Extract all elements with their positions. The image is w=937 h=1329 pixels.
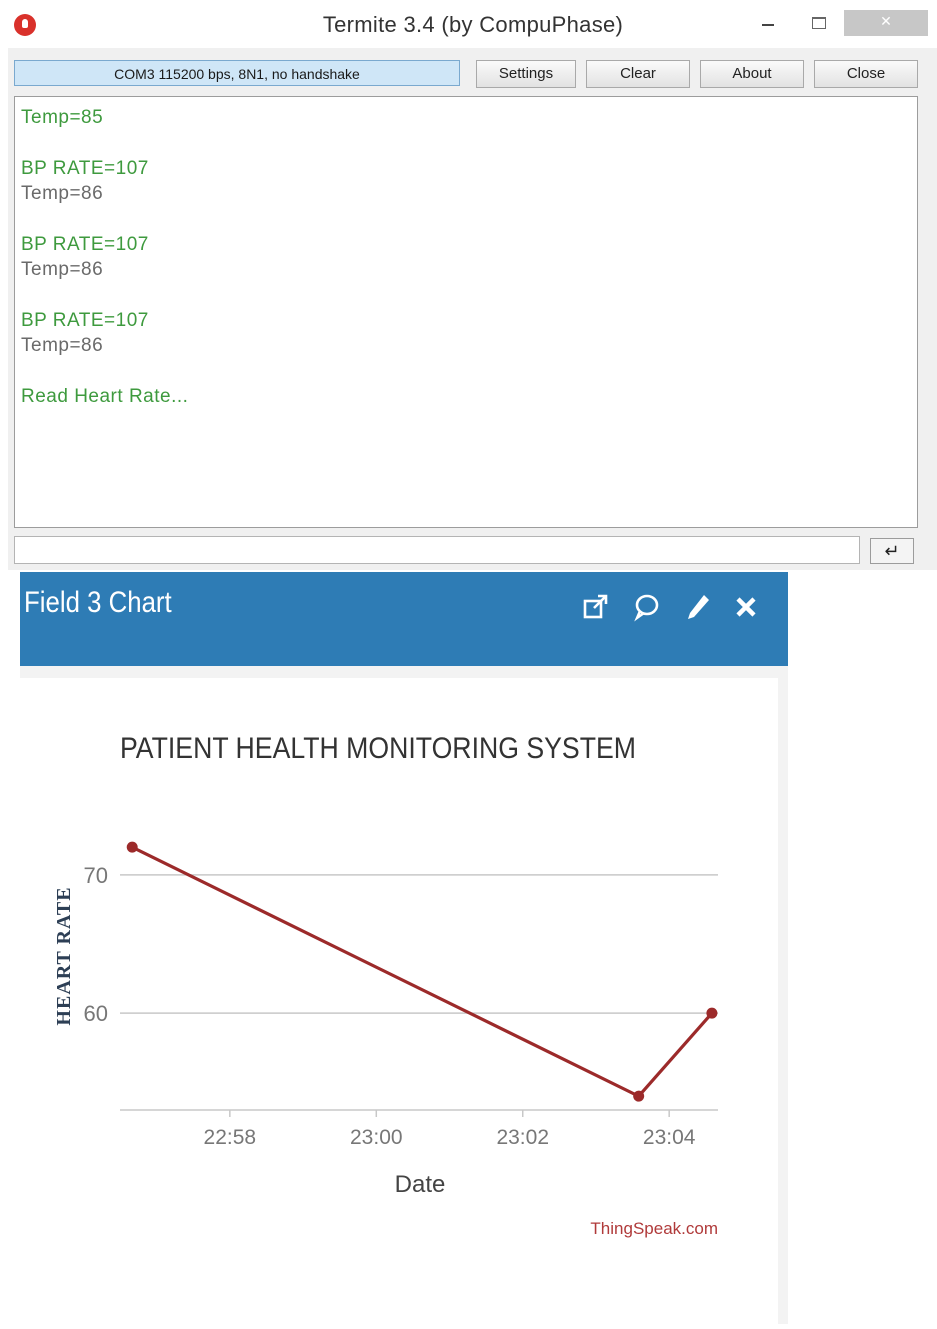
close-button[interactable]: Close — [814, 60, 918, 88]
command-row: ↵ — [14, 536, 918, 566]
y-axis-label: HEART RATE — [53, 886, 75, 1025]
data-point — [633, 1090, 645, 1102]
command-input[interactable] — [14, 536, 860, 564]
about-button[interactable]: About — [700, 60, 804, 88]
close-icon[interactable] — [732, 592, 760, 622]
maximize-button[interactable] — [798, 10, 838, 36]
data-point — [706, 1007, 718, 1019]
terminal-line: Temp=86 — [21, 335, 104, 356]
toolbar: COM3 115200 bps, 8N1, no handshake Setti… — [8, 56, 937, 92]
field-chart-panel: Field 3 Chart PATIENT HEALTH MONITORING … — [20, 572, 788, 1324]
port-status-button[interactable]: COM3 115200 bps, 8N1, no handshake — [14, 60, 460, 86]
chart-title: PATIENT HEALTH MONITORING SYSTEM — [120, 732, 636, 765]
clear-button[interactable]: Clear — [586, 60, 690, 88]
x-tick-label: 23:00 — [350, 1126, 403, 1149]
series-line — [131, 845, 714, 1098]
heart-rate-chart: PATIENT HEALTH MONITORING SYSTEM 60 70 22… — [53, 732, 718, 1238]
x-tick-label: 23:04 — [643, 1126, 696, 1149]
title-bar: Termite 3.4 (by CompuPhase) — [8, 4, 937, 48]
terminal-line: BP RATE=107 — [21, 234, 149, 255]
terminal-line: Temp=86 — [21, 259, 104, 280]
x-tick-label: 22:58 — [204, 1126, 257, 1149]
comment-icon[interactable] — [632, 592, 660, 622]
terminal-line: BP RATE=107 — [21, 310, 149, 331]
pencil-icon[interactable] — [684, 592, 712, 622]
panel-title: Field 3 Chart — [24, 586, 172, 619]
y-tick-label: 60 — [84, 1001, 108, 1026]
y-tick-label: 70 — [84, 863, 108, 888]
data-point — [126, 841, 138, 853]
enter-arrow-icon: ↵ — [884, 541, 900, 561]
external-link-icon[interactable] — [582, 592, 610, 622]
send-button[interactable]: ↵ — [870, 538, 914, 564]
chart-card: PATIENT HEALTH MONITORING SYSTEM 60 70 22… — [20, 678, 778, 1324]
settings-button[interactable]: Settings — [476, 60, 576, 88]
x-tick-label: 23:02 — [496, 1126, 549, 1149]
thingspeak-credit[interactable]: ThingSpeak.com — [590, 1219, 718, 1238]
terminal-line: BP RATE=107 — [21, 158, 149, 179]
panel-header: Field 3 Chart — [20, 572, 788, 666]
minimize-button[interactable] — [748, 10, 788, 36]
x-axis-label: Date — [395, 1171, 446, 1198]
terminal-line: Read Heart Rate... — [21, 386, 189, 407]
termite-window: Termite 3.4 (by CompuPhase) COM3 115200 … — [8, 4, 937, 570]
terminal-line: Temp=85 — [21, 107, 104, 128]
window-close-button[interactable] — [844, 10, 928, 36]
terminal-line: Temp=86 — [21, 183, 104, 204]
terminal-output[interactable]: Temp=85 BP RATE=107 Temp=86 BP RATE=107 … — [14, 96, 918, 528]
